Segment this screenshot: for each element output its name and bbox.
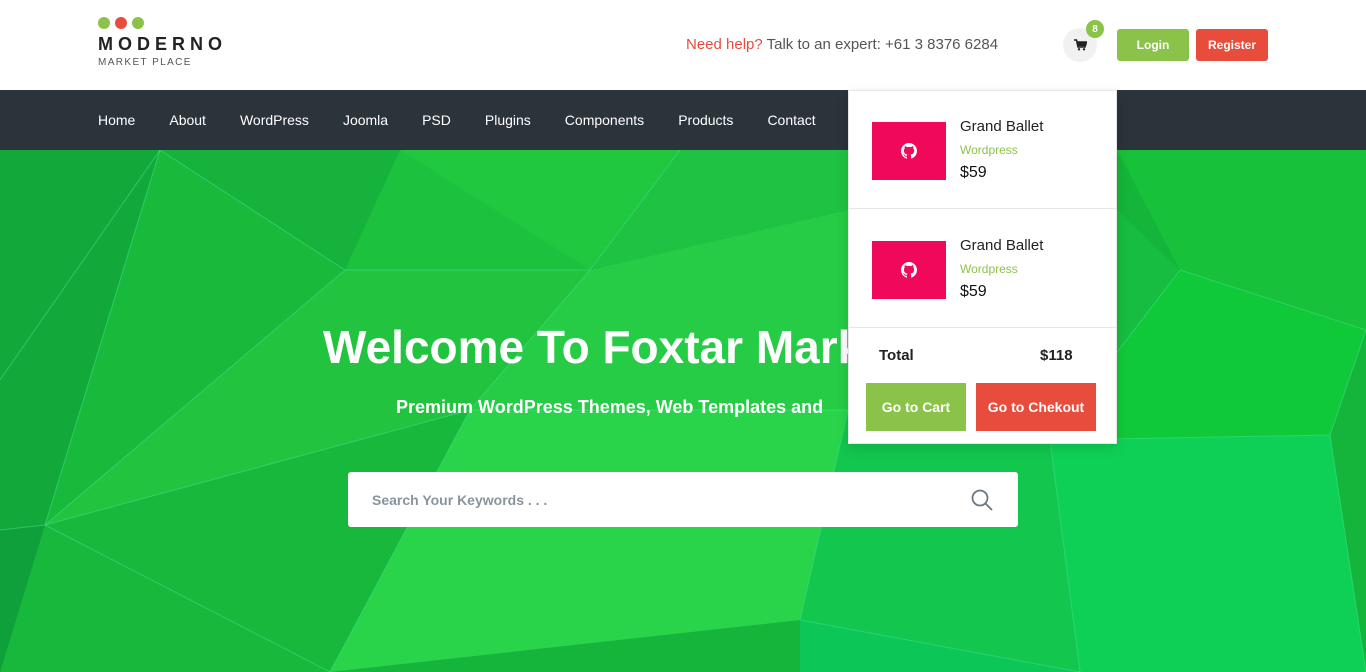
cart-count-badge: 8 xyxy=(1086,20,1104,38)
nav-item-home[interactable]: Home xyxy=(98,112,135,128)
go-to-checkout-button[interactable]: Go to Chekout xyxy=(976,383,1096,431)
logo-dot xyxy=(115,17,127,29)
nav-item-components[interactable]: Components xyxy=(565,112,644,128)
hero-subtitle: Premium WordPress Themes, Web Templates … xyxy=(396,397,824,417)
cart-item-category: Wordpress xyxy=(960,262,1018,276)
help-accent: Need help? xyxy=(686,36,763,53)
search-icon[interactable] xyxy=(970,488,994,512)
cart-total-label: Total xyxy=(879,347,914,364)
search-box xyxy=(348,472,1018,527)
cart-item-thumbnail xyxy=(872,241,946,299)
register-button[interactable]: Register xyxy=(1196,29,1268,61)
cart-item-thumbnail xyxy=(872,122,946,180)
cart-item[interactable]: Grand Ballet Wordpress $59 xyxy=(849,210,1116,328)
help-text: Need help? Talk to an expert: +61 3 8376… xyxy=(686,36,998,53)
nav-item-products[interactable]: Products xyxy=(678,112,733,128)
github-icon xyxy=(901,262,917,278)
go-to-cart-button[interactable]: Go to Cart xyxy=(866,383,966,431)
cart-item[interactable]: Grand Ballet Wordpress $59 xyxy=(849,91,1116,209)
logo-name: MODERNO xyxy=(98,34,227,54)
nav-item-plugins[interactable]: Plugins xyxy=(485,112,531,128)
cart-total-value: $118 xyxy=(1040,347,1073,364)
cart-item-price: $59 xyxy=(960,283,987,300)
nav-item-psd[interactable]: PSD xyxy=(422,112,451,128)
hero-section: Welcome To Foxtar Mark Premium WordPress… xyxy=(0,150,1366,672)
logo[interactable]: MODERNO MARKET PLACE xyxy=(98,17,227,68)
login-button[interactable]: Login xyxy=(1117,29,1189,61)
logo-dot xyxy=(132,17,144,29)
nav-item-wordpress[interactable]: WordPress xyxy=(240,112,309,128)
github-icon xyxy=(901,143,917,159)
cart-item-price: $59 xyxy=(960,164,987,181)
cart-icon xyxy=(1073,39,1087,51)
nav-item-about[interactable]: About xyxy=(169,112,206,128)
logo-dots xyxy=(98,17,227,29)
search-input[interactable] xyxy=(372,472,932,527)
cart-dropdown: Grand Ballet Wordpress $59 Grand Ballet … xyxy=(848,90,1117,444)
header: MODERNO MARKET PLACE Need help? Talk to … xyxy=(0,0,1366,90)
cart-item-name[interactable]: Grand Ballet xyxy=(960,118,1043,135)
cart-item-name[interactable]: Grand Ballet xyxy=(960,237,1043,254)
nav-item-contact[interactable]: Contact xyxy=(767,112,815,128)
nav-item-joomla[interactable]: Joomla xyxy=(343,112,388,128)
cart-item-category: Wordpress xyxy=(960,143,1018,157)
logo-tagline: MARKET PLACE xyxy=(98,57,192,68)
hero-title: Welcome To Foxtar Mark xyxy=(323,321,864,373)
main-nav: Home About WordPress Joomla PSD Plugins … xyxy=(0,90,1366,150)
help-phone: Talk to an expert: +61 3 8376 6284 xyxy=(762,36,999,53)
logo-dot xyxy=(98,17,110,29)
